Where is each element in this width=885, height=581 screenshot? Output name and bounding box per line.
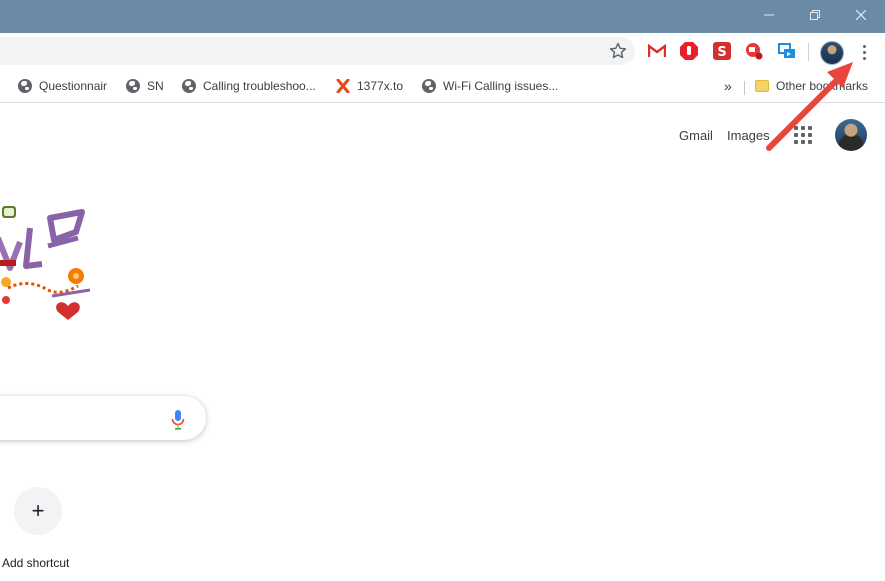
gmail-extension-button[interactable] [648, 42, 666, 60]
annotation-arrow-icon [766, 62, 853, 151]
bookmark-1377x[interactable]: 1377x.to [336, 76, 403, 96]
bookmark-label: Wi-Fi Calling issues... [443, 79, 559, 93]
s-extension-icon: S [713, 42, 731, 60]
close-icon [856, 10, 866, 20]
svg-text:S: S [717, 45, 726, 60]
globe-icon [422, 79, 436, 93]
adblock-extension-icon [680, 42, 698, 60]
restore-icon [810, 10, 820, 20]
microphone-icon[interactable] [171, 409, 185, 431]
minimize-button[interactable] [746, 0, 792, 30]
add-shortcut-label: Add shortcut [2, 556, 70, 570]
bookmark-wifi-calling[interactable]: Wi-Fi Calling issues... [422, 76, 558, 96]
bookmark-sn[interactable]: SN [126, 76, 164, 96]
chevron-double-right-icon: » [724, 78, 732, 94]
title-bar [0, 0, 885, 33]
globe-icon [182, 79, 196, 93]
gmail-extension-icon [648, 44, 666, 58]
star-icon [609, 42, 627, 59]
restore-button[interactable] [792, 0, 838, 30]
add-shortcut-button[interactable]: + [14, 487, 62, 535]
adblock-extension-button[interactable] [680, 42, 698, 60]
globe-icon [18, 79, 32, 93]
gmail-link[interactable]: Gmail [679, 128, 713, 143]
close-button[interactable] [838, 0, 884, 30]
bookmark-label: SN [147, 79, 164, 93]
bookmark-star-button[interactable] [608, 41, 628, 61]
plus-icon: + [31, 498, 45, 523]
bookmark-label: Questionnair [39, 79, 108, 93]
bookmarks-bar: Questionnair SN Calling troubleshoo... 1… [0, 71, 885, 103]
bookmark-calling-troubleshoot[interactable]: Calling troubleshoo... [182, 76, 316, 96]
x-logo-icon [336, 79, 350, 93]
bookmark-label: Calling troubleshoo... [203, 79, 316, 93]
s-extension-button[interactable]: S [713, 42, 731, 60]
globe-icon [126, 79, 140, 93]
bookmarks-overflow-button[interactable]: » [724, 76, 732, 96]
google-doodle[interactable] [0, 198, 100, 328]
address-bar[interactable] [0, 37, 635, 65]
bookmark-questionnair[interactable]: Questionnair [18, 76, 107, 96]
minimize-icon [764, 14, 774, 16]
bookmarks-divider [744, 81, 745, 95]
bookmark-label: 1377x.to [357, 79, 404, 93]
browser-toolbar: S [0, 33, 885, 71]
